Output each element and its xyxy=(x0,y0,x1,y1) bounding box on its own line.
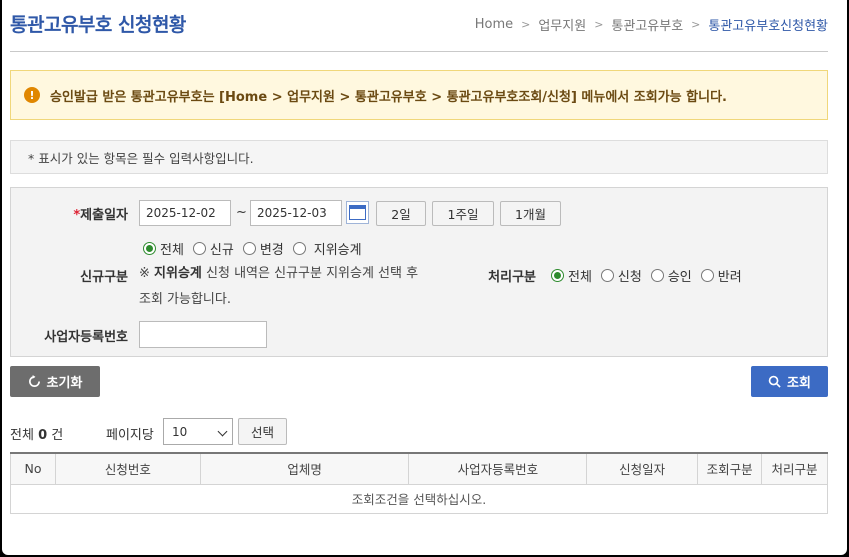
search-button[interactable]: 조회 xyxy=(751,366,828,397)
radio-icon[interactable] xyxy=(600,269,614,282)
chevron-right-icon: > xyxy=(521,18,531,31)
date-separator: ~ xyxy=(236,205,247,220)
radio-icon[interactable] xyxy=(242,242,256,255)
process-type-option-apply[interactable]: 신청 xyxy=(600,266,642,285)
reset-button[interactable]: 초기화 xyxy=(10,366,100,397)
new-type-option-succession[interactable]: 지위승계 xyxy=(292,239,362,258)
column-header: 업체명 xyxy=(199,452,410,485)
table-header-row: No 신청번호 업체명 사업자등록번호 신청일자 조회구분 처리구분 xyxy=(10,452,828,485)
process-type-option-approve[interactable]: 승인 xyxy=(650,266,692,285)
breadcrumb-support[interactable]: 업무지원 xyxy=(538,15,586,34)
radio-icon[interactable] xyxy=(192,242,206,255)
column-header: No xyxy=(10,452,56,485)
radio-checked-icon[interactable] xyxy=(143,242,156,255)
page-frame: 통관고유부호 신청현황 Home > 업무지원 > 통관고유부호 > 통관고유부… xyxy=(2,0,847,555)
search-form: *제출일자 2025-12-02 ~ 2025-12-03 2일 1주일 1개월… xyxy=(10,187,828,357)
column-header: 사업자등록번호 xyxy=(408,452,588,485)
select-button[interactable]: 선택 xyxy=(238,418,287,445)
radio-icon[interactable] xyxy=(650,269,664,282)
biz-number-input[interactable] xyxy=(139,321,267,348)
date-from-input[interactable]: 2025-12-02 xyxy=(139,200,231,226)
chevron-right-icon: > xyxy=(691,18,701,31)
title-divider xyxy=(10,51,828,52)
per-page-select[interactable]: 10 xyxy=(163,418,233,445)
column-header: 신청번호 xyxy=(54,452,201,485)
table-row: 조회조건을 선택하십시오. xyxy=(10,483,828,514)
new-type-option-all[interactable]: 전체 xyxy=(143,239,184,258)
breadcrumb-customs-code[interactable]: 통관고유부호 xyxy=(611,15,683,34)
new-type-option-change[interactable]: 변경 xyxy=(242,239,284,258)
per-page-label: 페이지당 xyxy=(106,428,154,443)
process-type-option-all[interactable]: 전체 xyxy=(551,266,592,285)
date-to-input[interactable]: 2025-12-03 xyxy=(250,200,342,226)
radio-icon[interactable] xyxy=(292,242,306,255)
new-type-hint: ※ 지위승계 신청 내역은 신규구분 지위승계 선택 후 조회 가능합니다. xyxy=(139,266,419,307)
breadcrumb-current: 통관고유부호신청현황 xyxy=(708,19,828,34)
exclamation-icon: ! xyxy=(24,87,40,103)
biz-number-label: 사업자등록번호 xyxy=(44,330,128,345)
search-icon xyxy=(768,375,781,388)
notice-text: 승인발급 받은 통관고유부호는 [Home > 업무지원 > 통관고유부호 > … xyxy=(50,89,727,105)
new-type-radio-group: 전체 신규 변경 지위승계 xyxy=(143,239,371,258)
range-2days-button[interactable]: 2일 xyxy=(376,201,426,226)
breadcrumb: Home > 업무지원 > 통관고유부호 > 통관고유부호신청현황 xyxy=(475,15,828,34)
chevron-right-icon: > xyxy=(594,18,604,31)
calendar-icon[interactable] xyxy=(346,201,369,224)
range-1week-button[interactable]: 1주일 xyxy=(432,201,494,226)
range-1month-button[interactable]: 1개월 xyxy=(500,201,561,226)
column-header: 조회구분 xyxy=(697,452,763,485)
refresh-icon xyxy=(28,375,40,387)
column-header: 처리구분 xyxy=(761,452,828,485)
total-count: 전체 0 건 xyxy=(10,428,64,443)
radio-icon[interactable] xyxy=(700,269,714,282)
notice-banner: ! 승인발급 받은 통관고유부호는 [Home > 업무지원 > 통관고유부호 … xyxy=(10,70,828,120)
breadcrumb-home[interactable]: Home xyxy=(475,17,513,32)
new-type-option-new[interactable]: 신규 xyxy=(192,239,234,258)
chevron-down-icon xyxy=(217,426,228,437)
required-note: * 표시가 있는 항목은 필수 입력사항입니다. xyxy=(10,140,828,174)
process-type-option-reject[interactable]: 반려 xyxy=(700,266,742,285)
process-type-label: 처리구분 xyxy=(488,270,536,285)
column-header: 신청일자 xyxy=(586,452,699,485)
page-title: 통관고유부호 신청현황 xyxy=(10,14,186,36)
radio-checked-icon[interactable] xyxy=(551,269,564,282)
new-type-label: 신규구분 xyxy=(80,270,128,285)
empty-message: 조회조건을 선택하십시오. xyxy=(10,483,828,514)
results-table: No 신청번호 업체명 사업자등록번호 신청일자 조회구분 처리구분 조회조건을… xyxy=(10,452,828,514)
submit-date-label: *제출일자 xyxy=(73,208,128,223)
process-type-radio-group: 전체 신청 승인 반려 xyxy=(551,266,751,285)
